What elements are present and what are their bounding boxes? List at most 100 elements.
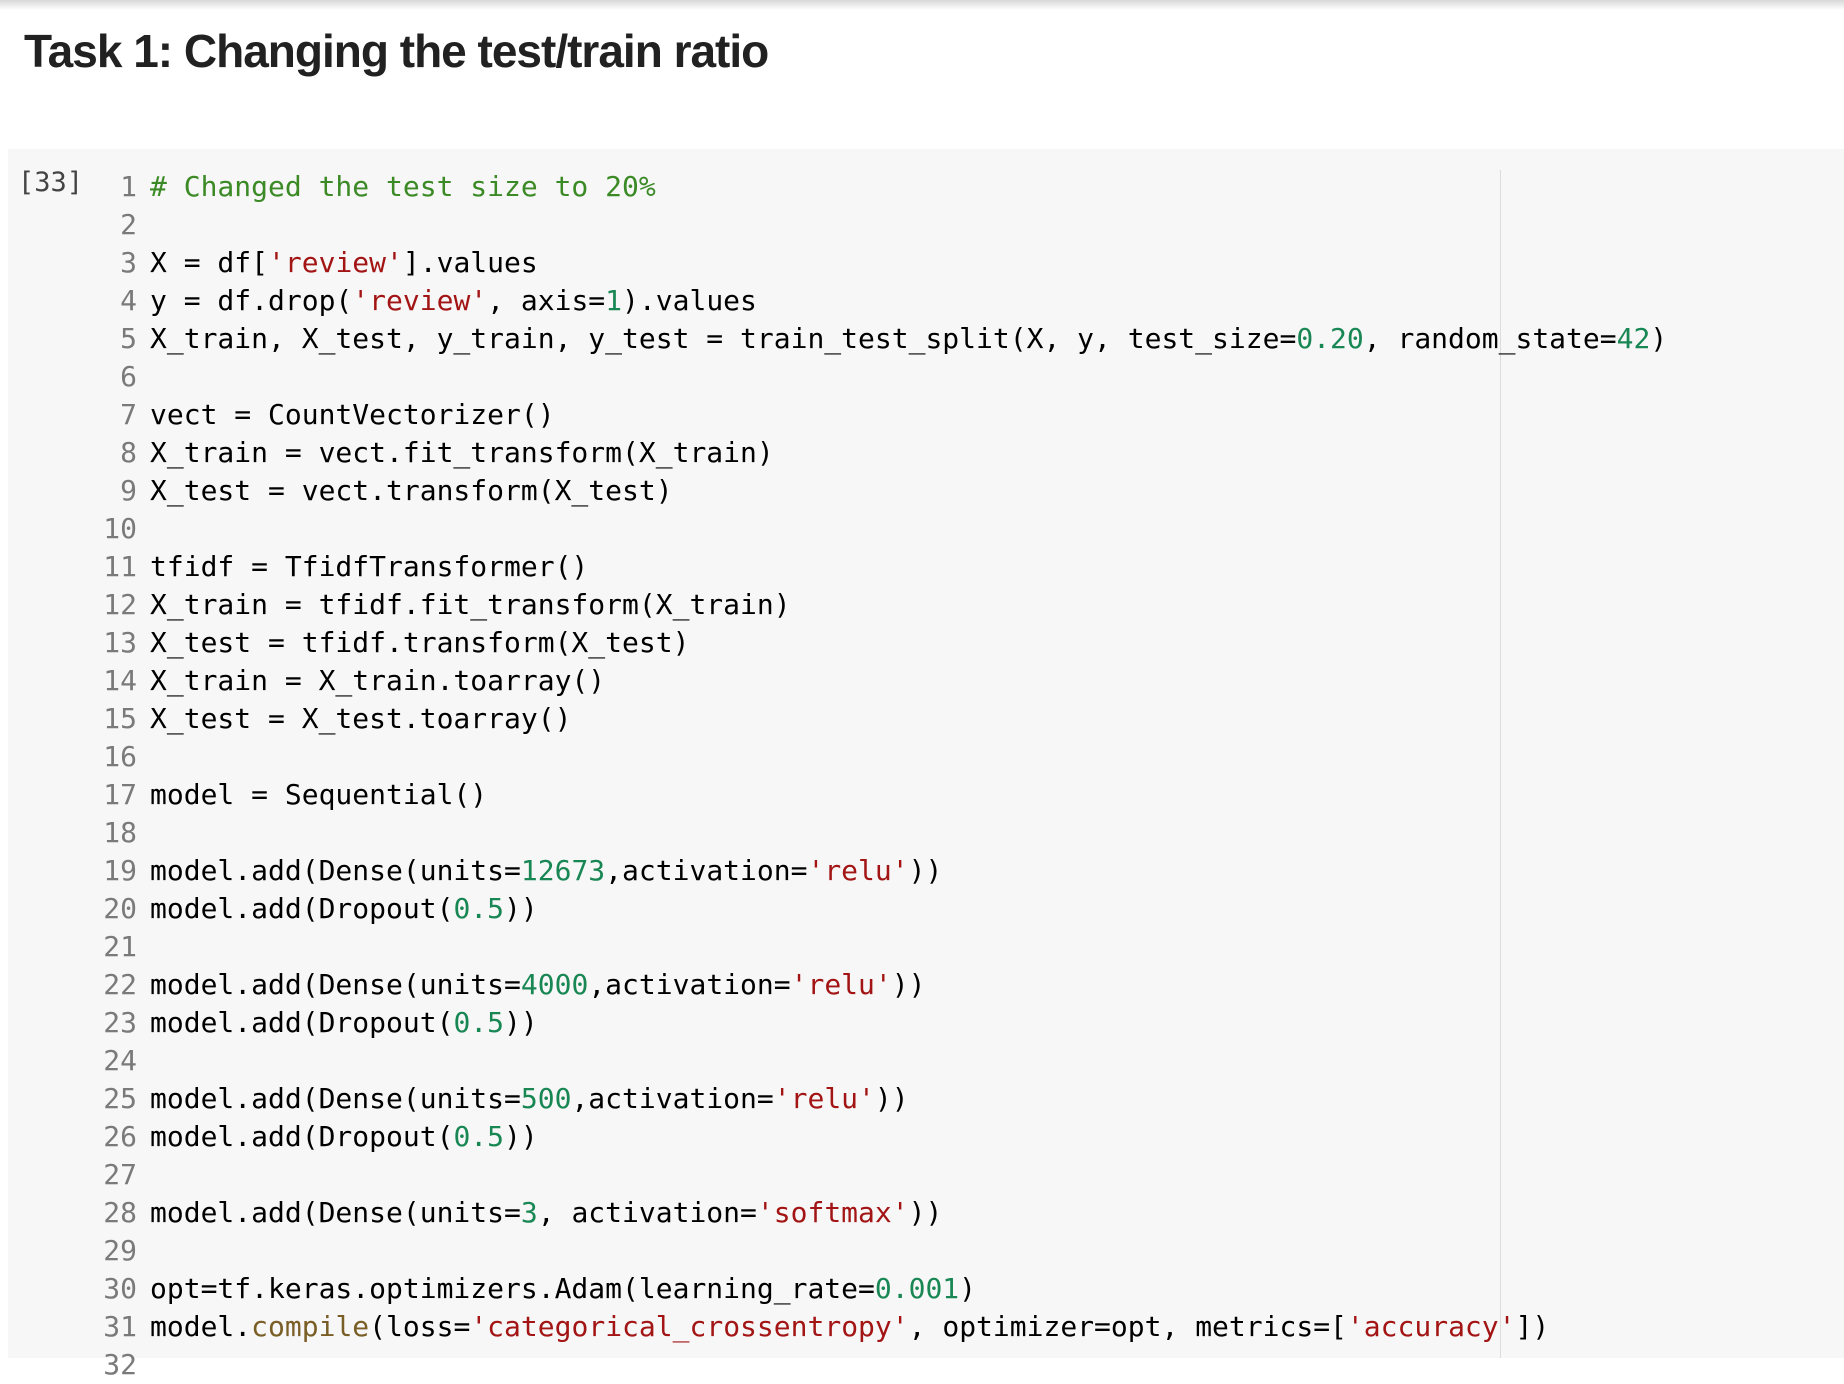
line-number: 7 [120,398,137,431]
code-text: vect = CountVectorizer() [150,396,555,434]
line-number: 32 [103,1348,137,1381]
line-number: 4 [120,284,137,317]
code-text: tfidf = TfidfTransformer() [150,548,588,586]
code-text: model.add(Dropout(0.5)) [150,890,538,928]
code-text: # Changed the test size to 20% [150,168,656,206]
code-token: ).values [622,284,757,317]
line-number: 29 [103,1234,137,1267]
code-token: (loss= [369,1310,471,1343]
code-token: 'review' [268,246,403,279]
code-text: opt=tf.keras.optimizers.Adam(learning_ra… [150,1270,976,1308]
line-number: 26 [103,1120,137,1153]
line-number: 9 [120,474,137,507]
code-token: )) [504,892,538,925]
code-token: 42 [1616,322,1651,355]
code-token: 'softmax' [756,1196,909,1229]
code-text: X_test = tfidf.transform(X_test) [150,624,689,662]
code-text: X_test = vect.transform(X_test) [150,472,673,510]
line-number: 15 [103,702,137,735]
section-heading: Task 1: Changing the test/train ratio [24,25,769,77]
code-token: vect = CountVectorizer() [150,398,555,431]
code-token: )) [504,1006,538,1039]
code-token: 'relu' [807,854,909,887]
code-token: 0.5 [453,1006,505,1039]
code-token: 4000 [520,968,589,1001]
code-token: ) [1650,322,1668,355]
code-text: X_train = tfidf.fit_transform(X_train) [150,586,791,624]
code-text: model.add(Dense(units=500,activation='re… [150,1080,909,1118]
line-number: 17 [103,778,137,811]
code-text: y = df.drop('review', axis=1).values [150,282,757,320]
line-number: 24 [103,1044,137,1077]
code-text: model.add(Dense(units=12673,activation='… [150,852,942,890]
line-number: 27 [103,1158,137,1191]
line-number: 28 [103,1196,137,1229]
code-token: ,activation= [588,968,791,1001]
code-token: ].values [402,246,538,279]
code-text: model.add(Dense(units=4000,activation='r… [150,966,925,1004]
code-token: X_train, X_test, y_train, y_test = train… [150,322,1297,355]
code-text: X_train = X_train.toarray() [150,662,605,700]
code-token: tfidf = TfidfTransformer() [150,550,589,583]
code-token: y = df.drop( [150,284,353,317]
code-text: X = df['review'].values [150,244,538,282]
line-number: 25 [103,1082,137,1115]
code-token: ]) [1515,1310,1550,1343]
code-token: 3 [520,1196,538,1229]
code-token: , activation= [537,1196,757,1229]
code-token: , optimizer=opt, metrics=[ [908,1310,1347,1343]
line-number: 10 [103,512,137,545]
code-text: model.compile(loss='categorical_crossent… [150,1308,1549,1346]
code-token: ,activation= [571,1082,774,1115]
code-token: , axis= [487,284,606,317]
code-token: X_test = X_test.toarray() [150,702,572,735]
code-text: X_train, X_test, y_train, y_test = train… [150,320,1667,358]
code-token: 1 [605,284,623,317]
line-number: 6 [120,360,137,393]
code-token: ) [959,1272,977,1305]
line-number: 18 [103,816,137,849]
code-token: 'relu' [773,1082,875,1115]
code-token: 0.20 [1296,322,1364,355]
line-number: 3 [120,246,137,279]
code-text: X_test = X_test.toarray() [150,700,571,738]
line-number: 8 [120,436,137,469]
line-number: 13 [103,626,137,659]
code-token: X = df[ [150,246,269,279]
code-token: model = Sequential() [150,778,488,811]
code-token: model.add(Dense(units= [150,1082,521,1115]
code-text: model = Sequential() [150,776,487,814]
line-number: 1 [120,170,137,203]
code-token: X_train = X_train.toarray() [150,664,606,697]
line-number: 21 [103,930,137,963]
code-token: X_train = tfidf.fit_transform(X_train) [150,588,791,621]
line-number: 16 [103,740,137,773]
code-token: 'relu' [790,968,892,1001]
code-token: model.add(Dropout( [150,1006,454,1039]
line-number: 2 [120,208,137,241]
line-number: 5 [120,322,137,355]
code-token: 0.5 [453,892,505,925]
code-token: X_test = tfidf.transform(X_test) [150,626,690,659]
code-token: compile [251,1310,370,1343]
code-text: model.add(Dense(units=3, activation='sof… [150,1194,942,1232]
line-number: 30 [103,1272,137,1305]
code-token: 0.5 [453,1120,505,1153]
code-token: X_test = vect.transform(X_test) [150,474,673,507]
code-token: 'categorical_crossentropy' [470,1310,909,1343]
code-text: model.add(Dropout(0.5)) [150,1004,538,1042]
code-token: 12673 [520,854,606,887]
code-token: model.add(Dropout( [150,1120,454,1153]
code-token: )) [504,1120,538,1153]
code-token: )) [891,968,926,1001]
line-number: 20 [103,892,137,925]
code-token: 'accuracy' [1346,1310,1516,1343]
code-token: )) [874,1082,909,1115]
code-text: X_train = vect.fit_transform(X_train) [150,434,774,472]
line-number: 19 [103,854,137,887]
code-text: model.add(Dropout(0.5)) [150,1118,538,1156]
code-token: )) [908,1196,943,1229]
line-number: 23 [103,1006,137,1039]
code-token: model.add(Dense(units= [150,1196,521,1229]
code-token: X_train = vect.fit_transform(X_train) [150,436,774,469]
